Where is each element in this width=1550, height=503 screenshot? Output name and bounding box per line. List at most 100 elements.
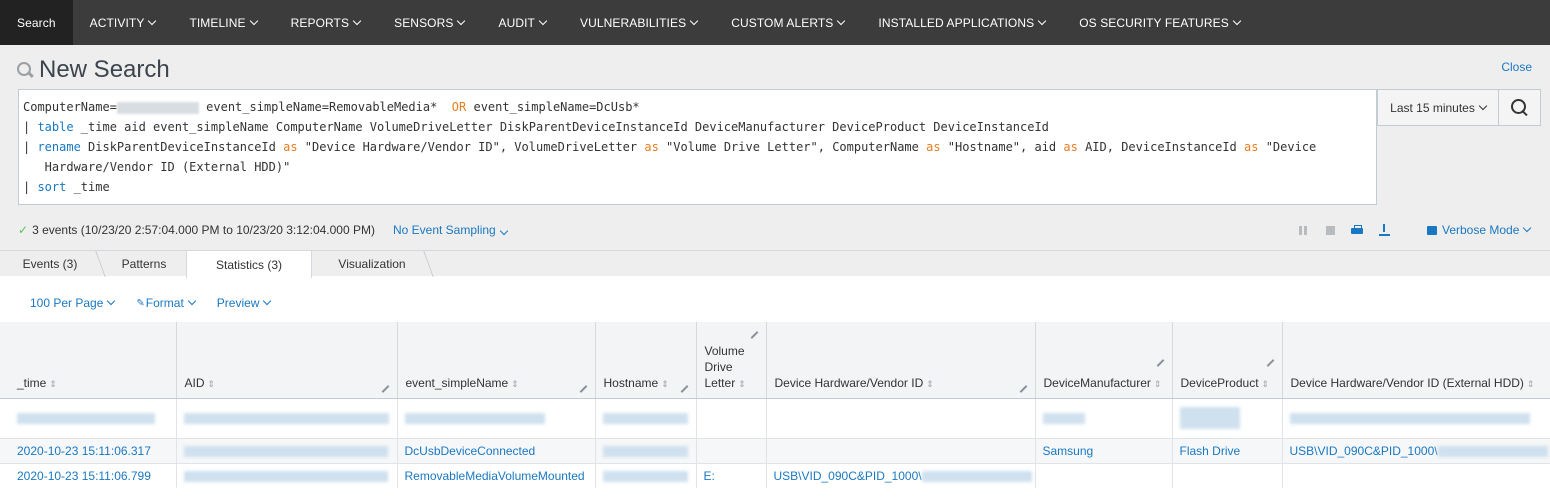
cell-product[interactable]	[1171, 462, 1282, 488]
column-header-hostname[interactable]: Hostname ⇕	[594, 322, 696, 399]
pencil-icon[interactable]	[381, 384, 389, 393]
column-header-device-hardware-vendor-id[interactable]: Device Hardware/Vendor ID ⇕	[765, 322, 1035, 399]
column-header-volume-drive-letter[interactable]: Volume Drive Letter ⇕	[695, 322, 766, 399]
pencil-icon[interactable]	[579, 384, 587, 393]
nav-sensors[interactable]: SENSORS	[377, 0, 481, 45]
pencil-icon[interactable]	[1156, 359, 1164, 367]
per-page-dropdown[interactable]: 100 Per Page	[30, 296, 116, 310]
query-text: Hardware/Vendor ID (External HDD)"	[23, 160, 291, 174]
query-text: _time aid event_simpleName ComputerName …	[73, 120, 1049, 134]
cell-external-hdd-id[interactable]	[1281, 462, 1550, 488]
cell-manufacturer[interactable]: Samsung	[1034, 437, 1172, 463]
column-label: Device Hardware/Vendor ID	[774, 375, 924, 390]
nav-label: INSTALLED APPLICATIONS	[878, 15, 1035, 30]
event-sampling-dropdown[interactable]: No Event Sampling	[393, 223, 508, 237]
redacted-cell	[396, 398, 595, 438]
close-link[interactable]: Close	[1501, 60, 1532, 74]
column-header-aid[interactable]: AID ⇕	[175, 322, 397, 399]
nav-custom-alerts[interactable]: CUSTOM ALERTS	[714, 0, 861, 45]
sort-icon: ⇕	[49, 378, 57, 389]
redacted-cell	[765, 398, 1035, 438]
nav-installed-applications[interactable]: INSTALLED APPLICATIONS	[861, 0, 1062, 45]
cell-external-hdd-id[interactable]: USB\VID_090C&PID_1000\	[1281, 437, 1550, 463]
sort-icon: ⇕	[661, 378, 669, 389]
tab-patterns[interactable]: Patterns	[103, 251, 185, 277]
cell-time[interactable]: 2020-10-23 15:11:06.317	[0, 437, 176, 463]
query-line: Hardware/Vendor ID (External HDD)"	[23, 157, 1376, 177]
column-label: DeviceProduct	[1180, 375, 1259, 390]
redacted-cell	[594, 398, 696, 438]
page-title: New Search	[39, 56, 170, 83]
column-header-device-product[interactable]: DeviceProduct ⇕	[1171, 322, 1282, 399]
tab-label: Patterns	[121, 257, 167, 271]
export-icon[interactable]	[1378, 224, 1391, 236]
column-header-device-manufacturer[interactable]: DeviceManufacturer ⇕	[1034, 322, 1172, 399]
query-text: ComputerName=	[23, 100, 117, 114]
cell-time[interactable]: 2020-10-23 15:11:06.799	[0, 462, 176, 488]
nav-label: REPORTS	[290, 15, 350, 30]
tab-events[interactable]: Events (3)	[0, 251, 100, 277]
pencil-icon[interactable]	[1266, 359, 1274, 367]
cell-hardware-vendor-id[interactable]	[765, 437, 1035, 463]
nav-vulnerabilities[interactable]: VULNERABILITIES	[563, 0, 714, 45]
tab-statistics[interactable]: Statistics (3)	[186, 251, 312, 278]
sort-icon: ⇕	[1153, 378, 1162, 389]
sort-icon: ⇕	[511, 378, 519, 389]
cell-hostname[interactable]	[594, 462, 696, 488]
tab-visualization[interactable]: Visualization	[316, 251, 428, 277]
cell-drive-letter[interactable]	[695, 437, 766, 463]
check-icon: ✓	[18, 223, 29, 237]
redacted-cell	[695, 398, 766, 438]
chevron-down-icon	[263, 296, 272, 306]
table-header-row: _time ⇕ AID ⇕ event_simpleName ⇕ Hostname ⇕ …	[0, 322, 1550, 399]
redacted-cell	[1034, 398, 1172, 438]
cell-product[interactable]: Flash Drive	[1171, 437, 1282, 463]
search-mode-dropdown[interactable]: Verbose Mode	[1427, 223, 1532, 237]
column-header-time[interactable]: _time ⇕	[0, 322, 176, 399]
redacted-cell	[1171, 398, 1282, 438]
pencil-icon[interactable]	[1019, 384, 1027, 393]
column-header-device-hardware-vendor-id-external-hdd[interactable]: Device Hardware/Vendor ID (External HDD)…	[1281, 322, 1550, 399]
query-operator: as	[644, 140, 659, 154]
cell-event-simplename[interactable]: RemovableMediaVolumeMounted	[396, 462, 595, 488]
chevron-down-icon	[249, 16, 258, 25]
cell-manufacturer[interactable]	[1034, 462, 1172, 488]
search-button[interactable]	[1499, 89, 1541, 126]
query-text: DiskParentDeviceInstanceId	[80, 140, 284, 154]
format-dropdown[interactable]: ✎ Format	[136, 296, 197, 310]
nav-os-security-features[interactable]: OS SECURITY FEATURES	[1062, 0, 1257, 45]
nav-activity[interactable]: ACTIVITY	[73, 0, 173, 45]
cell-hardware-vendor-id[interactable]: USB\VID_090C&PID_1000\	[765, 462, 1035, 488]
time-range-picker[interactable]: Last 15 minutes	[1377, 89, 1499, 126]
preview-dropdown[interactable]: Preview	[217, 296, 272, 310]
search-query-editor[interactable]: ComputerName= event_simpleName=Removable…	[18, 89, 1377, 205]
pencil-icon: ✎	[136, 297, 145, 309]
cell-aid[interactable]	[175, 437, 397, 463]
tab-label: Statistics (3)	[215, 257, 282, 272]
format-label: Format	[145, 296, 184, 310]
pencil-icon[interactable]	[750, 331, 758, 339]
time-range-label: Last 15 minutes	[1390, 100, 1475, 115]
nav-audit[interactable]: AUDIT	[481, 0, 563, 45]
nav-label: AUDIT	[498, 15, 535, 30]
cell-event-simplename[interactable]: DcUsbDeviceConnected	[396, 437, 595, 463]
query-text: _time	[66, 180, 110, 194]
column-label: event_simpleName	[405, 375, 509, 390]
cell-hostname[interactable]	[594, 437, 696, 463]
pause-icon[interactable]	[1297, 224, 1310, 236]
chevron-down-icon	[1478, 101, 1488, 110]
tab-label: Events (3)	[22, 257, 78, 271]
column-header-event-simplename[interactable]: event_simpleName ⇕	[396, 322, 595, 399]
nav-reports[interactable]: REPORTS	[274, 0, 378, 45]
redacted-cell	[1281, 398, 1550, 438]
print-icon[interactable]	[1351, 224, 1364, 236]
pencil-icon[interactable]	[680, 384, 688, 393]
stop-icon[interactable]	[1324, 224, 1337, 236]
cell-drive-letter[interactable]: E:	[695, 462, 766, 488]
search-panel: New Search Close ComputerName= event_sim…	[0, 45, 1550, 250]
nav-label: SENSORS	[394, 15, 454, 30]
query-line: | sort _time	[23, 177, 1376, 197]
nav-search[interactable]: Search	[0, 0, 73, 45]
cell-aid[interactable]	[175, 462, 397, 488]
nav-timeline[interactable]: TIMELINE	[172, 0, 273, 45]
